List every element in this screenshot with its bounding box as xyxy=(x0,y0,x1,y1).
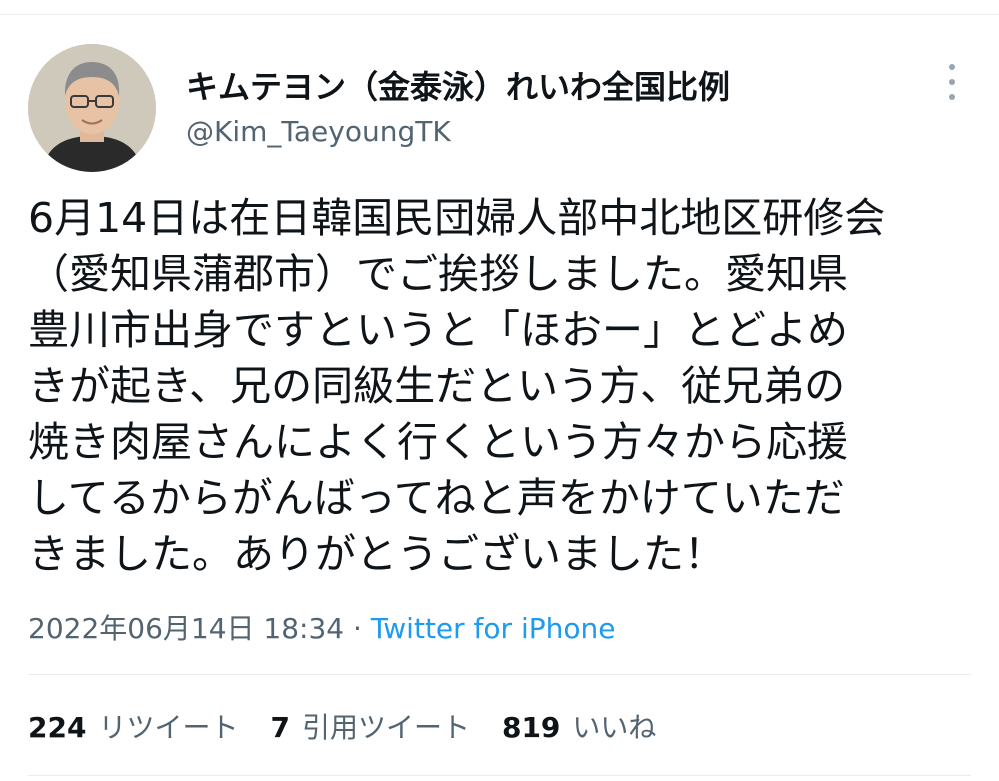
likes-label: いいね xyxy=(572,711,657,744)
avatar[interactable] xyxy=(28,44,156,172)
top-divider xyxy=(0,14,999,15)
retweets-count: 224 xyxy=(28,711,87,744)
tweet-stats: 224 リツイート 7 引用ツイート 819 いいね xyxy=(28,706,688,746)
tweet-text-line: 6月14日は在日韓国民団婦人部中北地区研修会 xyxy=(28,194,886,242)
quotes-count: 7 xyxy=(270,711,290,744)
retweets-stat[interactable]: 224 リツイート xyxy=(28,706,238,746)
avatar-image xyxy=(28,44,156,172)
tweet-text-line: （愛知県蒲郡市）でご挨拶しました。愛知県 xyxy=(28,250,848,298)
tweet-meta: 2022年06月14日 18:34 · Twitter for iPhone xyxy=(28,607,615,647)
user-display-name[interactable]: キムテヨン（金泰泳）れいわ全国比例 xyxy=(186,62,730,108)
retweets-label: リツイート xyxy=(98,711,239,744)
dot xyxy=(949,64,955,70)
likes-stat[interactable]: 819 いいね xyxy=(502,706,656,746)
tweet-text-line: 豊川市出身ですというと「ほおー」とどよめ xyxy=(28,306,848,354)
tweet-text-line: 焼き肉屋さんによく行くという方々から応援 xyxy=(28,418,848,466)
tweet-text-line: きが起き、兄の同級生だという方、従兄弟の xyxy=(28,362,846,410)
likes-count: 819 xyxy=(501,711,561,744)
quotes-label: 引用ツイート xyxy=(301,711,470,744)
more-vertical-icon[interactable] xyxy=(938,64,966,100)
user-handle[interactable]: @Kim_TaeyoungTK xyxy=(186,115,451,148)
tweet-text-line: きました。ありがとうございました！ xyxy=(28,530,725,578)
tweet-timestamp[interactable]: 2022年06月14日 18:34 xyxy=(28,612,344,645)
tweet-text: 6月14日は在日韓国民団婦人部中北地区研修会 （愛知県蒲郡市）でご挨拶しました。… xyxy=(28,190,978,582)
quotes-stat[interactable]: 7 引用ツイート xyxy=(270,706,470,746)
dot xyxy=(949,94,955,100)
dot xyxy=(949,79,955,85)
tweet-source-link[interactable]: Twitter for iPhone xyxy=(371,612,616,645)
stats-divider xyxy=(28,775,971,776)
meta-separator: · xyxy=(344,612,371,645)
meta-divider xyxy=(28,674,971,675)
tweet-text-line: してるからがんばってねと声をかけていただ xyxy=(28,474,845,522)
